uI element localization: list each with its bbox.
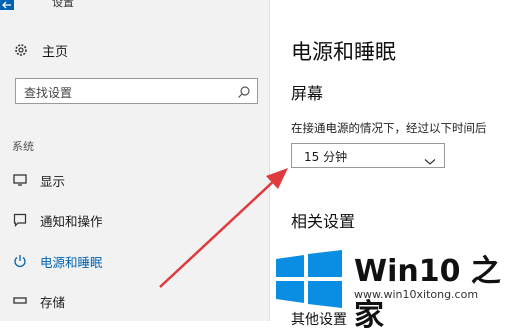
watermark: Win10 之家 www.win10xitong.com bbox=[268, 244, 505, 333]
windows-logo-icon bbox=[276, 250, 342, 308]
watermark-url: www.win10xitong.com bbox=[354, 288, 479, 301]
